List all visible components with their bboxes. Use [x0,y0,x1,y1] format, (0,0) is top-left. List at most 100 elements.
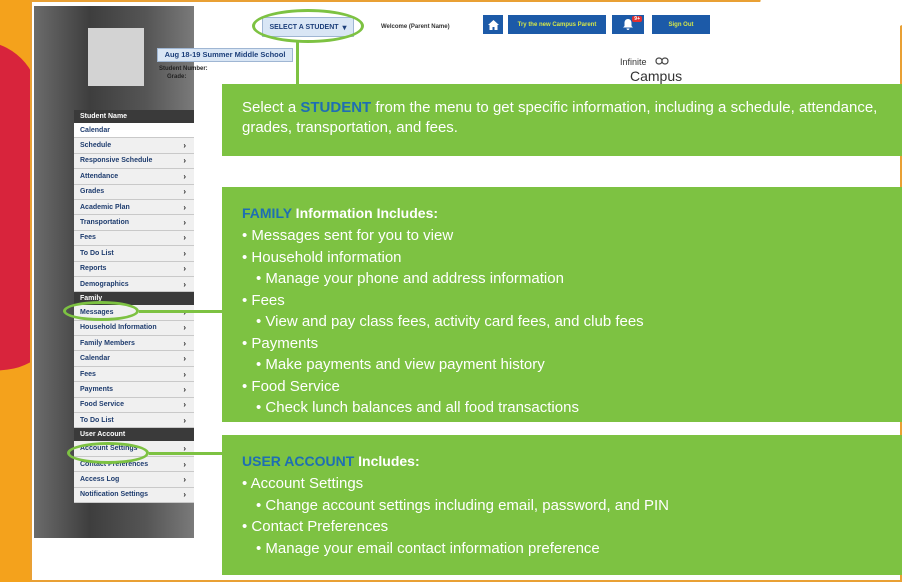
infinity-icon [655,57,669,65]
student-avatar [88,28,144,86]
chevron-right-icon: › [183,218,186,228]
chevron-right-icon: › [183,279,186,289]
sidebar-item-calendar[interactable]: Calendar › [74,351,194,367]
welcome-text: Welcome (Parent Name) [381,24,450,30]
highlight-ellipse-family [63,301,139,321]
sign-out-button[interactable]: Sign Out [652,15,710,34]
sidebar-item-payments[interactable]: Payments › [74,382,194,398]
chevron-right-icon: › [183,338,186,348]
sidebar-item-label: Household Information [80,324,157,332]
sidebar-item-grades[interactable]: Grades › [74,184,194,200]
chevron-right-icon: › [183,187,186,197]
grade-label: Grade: [167,74,187,80]
sidebar-item-calendar[interactable]: Calendar [74,123,194,139]
chevron-right-icon: › [183,459,186,469]
infinite-campus-logo: Infinite Campus [620,52,682,84]
chevron-right-icon: › [183,415,186,425]
connector-line [296,42,299,86]
sidebar-item-schedule[interactable]: Schedule › [74,138,194,154]
info-bullet: • Payments [242,334,319,352]
school-selector[interactable]: Aug 18-19 Summer Middle School [157,48,293,62]
sidebar-item-label: Grades [80,188,105,196]
sidebar-item-label: Academic Plan [80,203,130,211]
sidebar-item-label: Transportation [80,219,130,227]
chevron-right-icon: › [183,264,186,274]
sidebar-item-label: To Do List [80,249,114,257]
sidebar-item-label: Demographics [80,280,129,288]
sidebar-item-family-members[interactable]: Family Members › [74,336,194,352]
sidebar-item-label: Food Service [80,401,124,409]
info-bullet: • Food Service [242,377,340,395]
info-sub-bullet: • View and pay class fees, activity card… [256,313,644,330]
info-bullet: • Contact Preferences [242,518,389,535]
sidebar-item-label: Responsive Schedule [80,157,153,165]
sidebar-item-transportation[interactable]: Transportation › [74,215,194,231]
info-bullet: • Account Settings [242,475,364,492]
sidebar-item-fees[interactable]: Fees › [74,366,194,383]
sidebar-item-reports[interactable]: Reports › [74,261,194,277]
sidebar-item-attendance[interactable]: Attendance › [74,169,194,185]
student-meta: Student Number: Grade: [159,65,208,81]
sidebar-item-label: Reports [80,265,107,273]
chevron-right-icon: › [183,156,186,166]
chevron-right-icon: › [183,248,186,258]
sidebar-item-demographics[interactable]: Demographics › [74,276,194,293]
user-account-info-box: USER ACCOUNT Includes: • Account Setting… [222,435,902,575]
chevron-right-icon: › [183,384,186,394]
sidebar-item-label: Fees [80,370,96,378]
home-icon [487,19,499,30]
sidebar-item-notification-settings[interactable]: Notification Settings › [74,487,194,503]
sidebar-item-label: Calendar [80,126,110,134]
family-highlight: FAMILY [242,205,292,221]
home-button[interactable] [483,15,503,34]
info-bullet: • Household information [242,248,402,266]
sidebar-item-label: Schedule [80,142,112,150]
sidebar-item-label: Payments [80,385,114,393]
user-account-info-list: • Account Settings • Change account setti… [242,473,902,559]
chevron-right-icon: › [183,323,186,333]
chevron-right-icon: › [183,490,186,500]
chevron-right-icon: › [183,354,186,364]
chevron-right-icon: › [183,141,186,151]
user-account-info-title: USER ACCOUNT Includes: [242,453,902,469]
sidebar-item-label: Notification Settings [80,491,149,499]
sidebar-item-to-do-list[interactable]: To Do List › [74,413,194,429]
sidebar-item-label: Access Log [80,475,120,483]
user-account-highlight: USER ACCOUNT [242,453,355,469]
try-campus-parent-button[interactable]: Try the new Campus Parent [508,15,606,34]
user-account-title-rest: Includes: [354,453,420,469]
nav-header-student[interactable]: Student Name [74,110,194,123]
highlight-ellipse-select-student [252,9,364,43]
connector-line [139,310,222,313]
sidebar-item-household-information[interactable]: Household Information › [74,320,194,337]
sidebar-item-to-do-list[interactable]: To Do List › [74,246,194,262]
info-sub-bullet: • Manage your email contact information … [256,539,600,557]
sidebar-item-access-log[interactable]: Access Log › [74,472,194,488]
sidebar-item-label: Family Members [80,339,135,347]
family-info-title: FAMILY Information Includes: [242,205,902,221]
logo-text-top: Infinite [620,57,647,67]
sidebar-item-fees[interactable]: Fees › [74,230,194,247]
sidebar-item-responsive-schedule[interactable]: Responsive Schedule › [74,153,194,170]
notifications-button[interactable]: 9+ [612,15,644,34]
chevron-right-icon: › [183,171,186,181]
highlight-ellipse-user-account [67,442,149,464]
sidebar-item-label: Fees [80,234,96,242]
info-sub-bullet: • Manage your phone and address informat… [256,270,564,287]
sidebar-item-academic-plan[interactable]: Academic Plan › [74,199,194,216]
sidebar-item-label: To Do List [80,416,114,424]
family-info-list: • Messages sent for you to view • Househo… [242,225,902,419]
info-sub-bullet: • Change account settings including emai… [256,496,669,514]
chevron-right-icon: › [183,369,186,379]
family-title-rest: Information Includes: [291,205,439,221]
sidebar-item-food-service[interactable]: Food Service › [74,397,194,414]
nav-header-user-account[interactable]: User Account [74,428,194,442]
info-bullet: • Messages sent for you to view [242,227,454,244]
info-bullet: • Fees [242,291,285,309]
family-info-box: FAMILY Information Includes: • Messages … [222,187,902,422]
chevron-right-icon: › [183,474,186,484]
connector-line [149,452,222,455]
sidebar-item-label: Attendance [80,172,119,180]
chevron-right-icon: › [183,202,186,212]
sidebar-item-label: Calendar [80,355,110,363]
